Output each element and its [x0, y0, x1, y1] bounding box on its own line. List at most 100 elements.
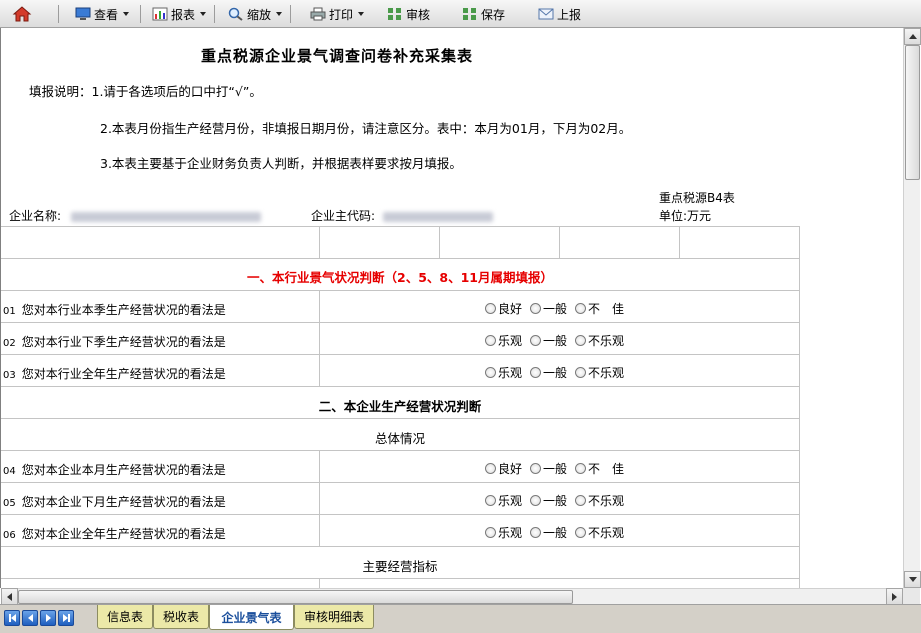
radio-icon[interactable] — [575, 527, 587, 538]
option-radio[interactable]: 乐观 — [485, 364, 522, 381]
tab-tax[interactable]: 税收表 — [153, 605, 209, 629]
table-header-row — [1, 227, 800, 259]
radio-icon[interactable] — [575, 335, 587, 346]
option-radio[interactable]: 一般 — [530, 460, 567, 477]
company-name-field: 企业名称: — [9, 207, 261, 224]
scrollbar-corner — [903, 588, 920, 604]
question-label: 03 您对本行业全年生产经营状况的看法是 — [3, 367, 226, 381]
question-label: 04 您对本企业本月生产经营状况的看法是 — [3, 463, 226, 477]
arrow-down-icon — [908, 577, 917, 582]
vertical-scroll-thumb[interactable] — [905, 45, 920, 180]
radio-icon[interactable] — [530, 495, 542, 506]
radio-icon[interactable] — [485, 463, 496, 474]
tab-info[interactable]: 信息表 — [97, 605, 153, 629]
toolbar: 查看 报表 缩放 打印 审核 保存 上报 — [0, 0, 921, 28]
option-radio[interactable]: 乐观 — [485, 524, 522, 541]
table-row: 02 您对本行业下季生产经营状况的看法是 乐观 一般 不乐观 — [1, 323, 800, 355]
next-sheet-button[interactable] — [40, 610, 56, 626]
radio-icon[interactable] — [575, 463, 587, 474]
scroll-right-button[interactable] — [886, 588, 903, 605]
arrow-right-icon — [892, 592, 897, 601]
next-icon — [45, 614, 51, 622]
radio-icon[interactable] — [485, 495, 496, 506]
audit-label: 审核 — [406, 7, 431, 22]
toolbar-separator — [214, 5, 215, 23]
arrow-up-icon — [908, 34, 917, 39]
radio-icon[interactable] — [530, 367, 542, 378]
option-radio[interactable]: 一般 — [530, 492, 567, 509]
view-label: 查看 — [94, 7, 119, 22]
audit-button[interactable]: 审核 — [387, 5, 430, 23]
option-radio[interactable]: 一般 — [530, 332, 567, 349]
table-row: 05 您对本企业下月生产经营状况的看法是 乐观 一般 不乐观 — [1, 483, 800, 515]
radio-icon[interactable] — [530, 335, 542, 346]
zoom-button[interactable]: 缩放 — [228, 5, 283, 23]
table-row: 06 您对本企业全年生产经营状况的看法是 乐观 一般 不乐观 — [1, 515, 800, 547]
option-radio[interactable]: 不乐观 — [575, 492, 624, 509]
subsection-indicators-title: 主要经营指标 — [362, 559, 438, 574]
print-button[interactable]: 打印 — [310, 5, 365, 23]
option-radio[interactable]: 良好 — [485, 300, 522, 317]
audit-icon — [388, 8, 401, 20]
save-button[interactable]: 保存 — [462, 5, 505, 23]
option-radio[interactable]: 一般 — [530, 364, 567, 381]
horizontal-scroll-thumb[interactable] — [18, 590, 573, 604]
option-radio[interactable]: 不 佳 — [575, 460, 624, 477]
radio-icon[interactable] — [575, 367, 587, 378]
option-radio[interactable]: 一般 — [530, 524, 567, 541]
home-icon[interactable] — [12, 5, 32, 23]
page-title: 重点税源企业景气调查问卷补充采集表 — [201, 47, 474, 65]
horizontal-scrollbar[interactable] — [1, 588, 903, 605]
subsection-overall-title: 总体情况 — [374, 431, 425, 446]
option-radio[interactable]: 乐观 — [485, 332, 522, 349]
company-code-label: 企业主代码: — [311, 209, 376, 223]
report-button[interactable]: 报表 — [152, 5, 207, 23]
company-code-value-redacted — [382, 211, 493, 222]
radio-icon[interactable] — [485, 367, 496, 378]
question-label: 01 您对本行业本季生产经营状况的看法是 — [3, 303, 226, 317]
tab-audit-details[interactable]: 审核明细表 — [294, 605, 374, 629]
envelope-icon — [538, 8, 554, 20]
save-label: 保存 — [481, 7, 506, 22]
prev-sheet-button[interactable] — [22, 610, 38, 626]
radio-icon[interactable] — [530, 463, 542, 474]
radio-icon[interactable] — [485, 303, 496, 314]
radio-icon[interactable] — [530, 303, 542, 314]
table-row: 04 您对本企业本月生产经营状况的看法是 良好 一般 不 佳 — [1, 451, 800, 483]
last-sheet-button[interactable] — [58, 610, 74, 626]
option-radio[interactable]: 不乐观 — [575, 332, 624, 349]
view-button[interactable]: 查看 — [75, 5, 130, 23]
radio-icon[interactable] — [485, 335, 496, 346]
unit-label: 单位:万元 — [659, 209, 712, 223]
first-sheet-button[interactable] — [4, 610, 20, 626]
section-row: 主要经营指标 — [1, 547, 800, 579]
submit-button[interactable]: 上报 — [538, 5, 581, 23]
scroll-up-button[interactable] — [904, 28, 921, 45]
magnifier-icon — [228, 7, 243, 21]
first-icon — [10, 614, 16, 622]
tab-business-climate[interactable]: 企业景气表 — [209, 605, 294, 630]
option-radio[interactable]: 乐观 — [485, 492, 522, 509]
sheet-tabs-bar: 信息表 税收表 企业景气表 审核明细表 — [0, 604, 921, 633]
table-row — [1, 579, 800, 588]
section-enterprise-title: 二、本企业生产经营状况判断 — [318, 399, 482, 414]
option-radio[interactable]: 一般 — [530, 300, 567, 317]
radio-icon[interactable] — [530, 527, 542, 538]
scroll-left-button[interactable] — [1, 588, 18, 605]
question-label: 05 您对本企业下月生产经营状况的看法是 — [3, 495, 226, 509]
toolbar-separator — [140, 5, 141, 23]
option-radio[interactable]: 不 佳 — [575, 300, 624, 317]
radio-icon[interactable] — [575, 303, 587, 314]
toolbar-separator — [290, 5, 291, 23]
option-radio[interactable]: 不乐观 — [575, 364, 624, 381]
option-radio[interactable]: 良好 — [485, 460, 522, 477]
vertical-scrollbar[interactable] — [903, 28, 921, 588]
radio-icon[interactable] — [485, 527, 496, 538]
radio-icon[interactable] — [575, 495, 587, 506]
zoom-label: 缩放 — [247, 7, 272, 22]
submit-label: 上报 — [557, 7, 582, 22]
option-radio[interactable]: 不乐观 — [575, 524, 624, 541]
printer-icon — [310, 7, 326, 21]
scroll-down-button[interactable] — [904, 571, 921, 588]
question-label: 06 您对本企业全年生产经营状况的看法是 — [3, 527, 226, 541]
